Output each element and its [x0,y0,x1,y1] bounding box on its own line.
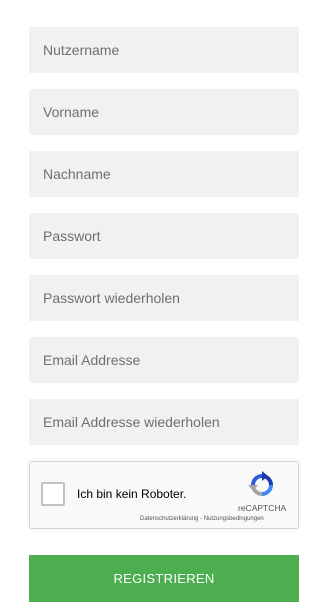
first-name-input[interactable] [29,89,299,135]
password-repeat-input[interactable] [29,275,299,321]
recaptcha-brand-text: reCAPTCHA [238,503,287,513]
recaptcha-label: Ich bin kein Roboter. [77,487,187,501]
register-button[interactable]: REGISTRIEREN [29,555,299,602]
recaptcha-logo-icon [248,471,273,496]
privacy-link[interactable]: Datenschutzerklärung [140,516,198,522]
last-name-input[interactable] [29,151,299,197]
recaptcha-checkbox[interactable] [41,482,65,506]
email-input[interactable] [29,337,299,383]
email-repeat-input[interactable] [29,399,299,445]
registration-form: Ich bin kein Roboter. reCAPTCHA Datensch… [29,27,299,602]
recaptcha-links: Datenschutzerklärung - Nutzungsbedingung… [140,516,264,522]
terms-link[interactable]: Nutzungsbedingungen [204,516,264,522]
password-input[interactable] [29,213,299,259]
recaptcha-widget: Ich bin kein Roboter. reCAPTCHA Datensch… [29,461,299,529]
username-input[interactable] [29,27,299,73]
